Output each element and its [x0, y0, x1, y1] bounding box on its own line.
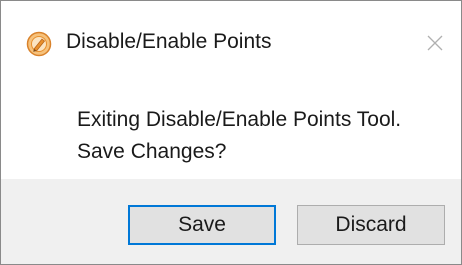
close-button[interactable]: [419, 27, 451, 59]
button-bar: Save Discard: [1, 179, 461, 264]
save-button[interactable]: Save: [128, 205, 276, 245]
close-icon: [427, 35, 443, 51]
dialog-window: Disable/Enable Points Exiting Disable/En…: [0, 0, 462, 265]
pen-circle-icon: [26, 31, 52, 57]
message-line-2: Save Changes?: [77, 140, 227, 163]
dialog-title: Disable/Enable Points: [66, 30, 272, 53]
dialog-message: Exiting Disable/Enable Points Tool. Save…: [77, 104, 401, 168]
title-bar: Disable/Enable Points: [1, 1, 461, 81]
discard-button[interactable]: Discard: [297, 205, 445, 245]
message-line-1: Exiting Disable/Enable Points Tool.: [77, 108, 402, 131]
